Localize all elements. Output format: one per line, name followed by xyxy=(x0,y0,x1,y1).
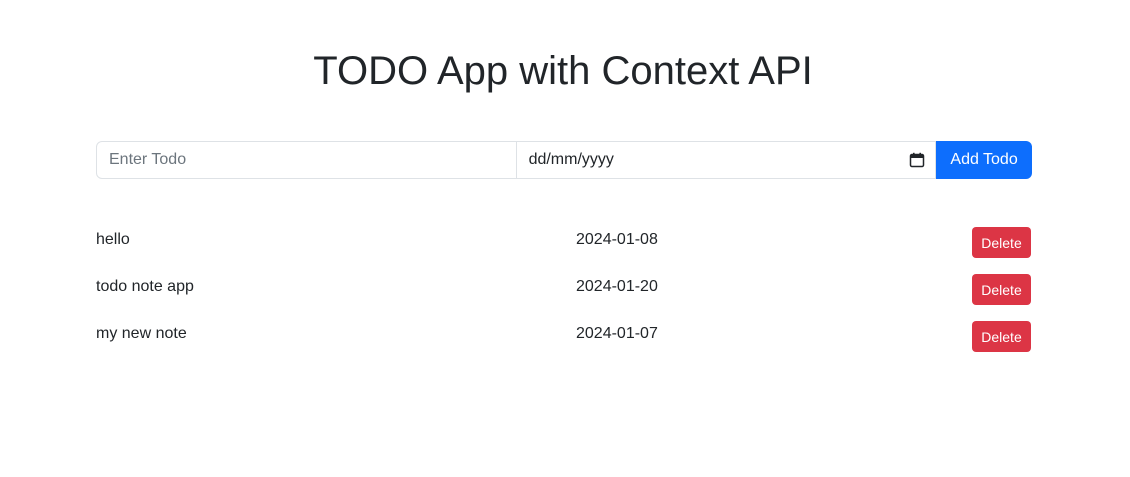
delete-button[interactable]: Delete xyxy=(972,321,1031,352)
add-todo-form: dd/mm/yyyy Add Todo xyxy=(96,141,1032,179)
todo-date-input[interactable]: dd/mm/yyyy xyxy=(516,141,937,179)
page-title: TODO App with Context API xyxy=(313,49,813,93)
todo-item-name: my new note xyxy=(96,325,187,342)
calendar-icon[interactable] xyxy=(909,152,925,168)
delete-button[interactable]: Delete xyxy=(972,227,1031,258)
todo-item-name: todo note app xyxy=(96,278,194,295)
todo-item: hello 2024-01-08 Delete xyxy=(96,227,1032,274)
todo-item-name: hello xyxy=(96,231,130,248)
todo-list: hello 2024-01-08 Delete todo note app 20… xyxy=(96,227,1032,368)
date-placeholder: dd/mm/yyyy xyxy=(528,151,614,168)
todo-item: todo note app 2024-01-20 Delete xyxy=(96,274,1032,321)
delete-button[interactable]: Delete xyxy=(972,274,1031,305)
todo-name-input[interactable] xyxy=(96,141,517,179)
todo-item-date: 2024-01-08 xyxy=(576,231,658,248)
todo-item-date: 2024-01-20 xyxy=(576,278,658,295)
add-todo-button[interactable]: Add Todo xyxy=(936,141,1032,179)
todo-item-date: 2024-01-07 xyxy=(576,325,658,342)
todo-item: my new note 2024-01-07 Delete xyxy=(96,321,1032,368)
